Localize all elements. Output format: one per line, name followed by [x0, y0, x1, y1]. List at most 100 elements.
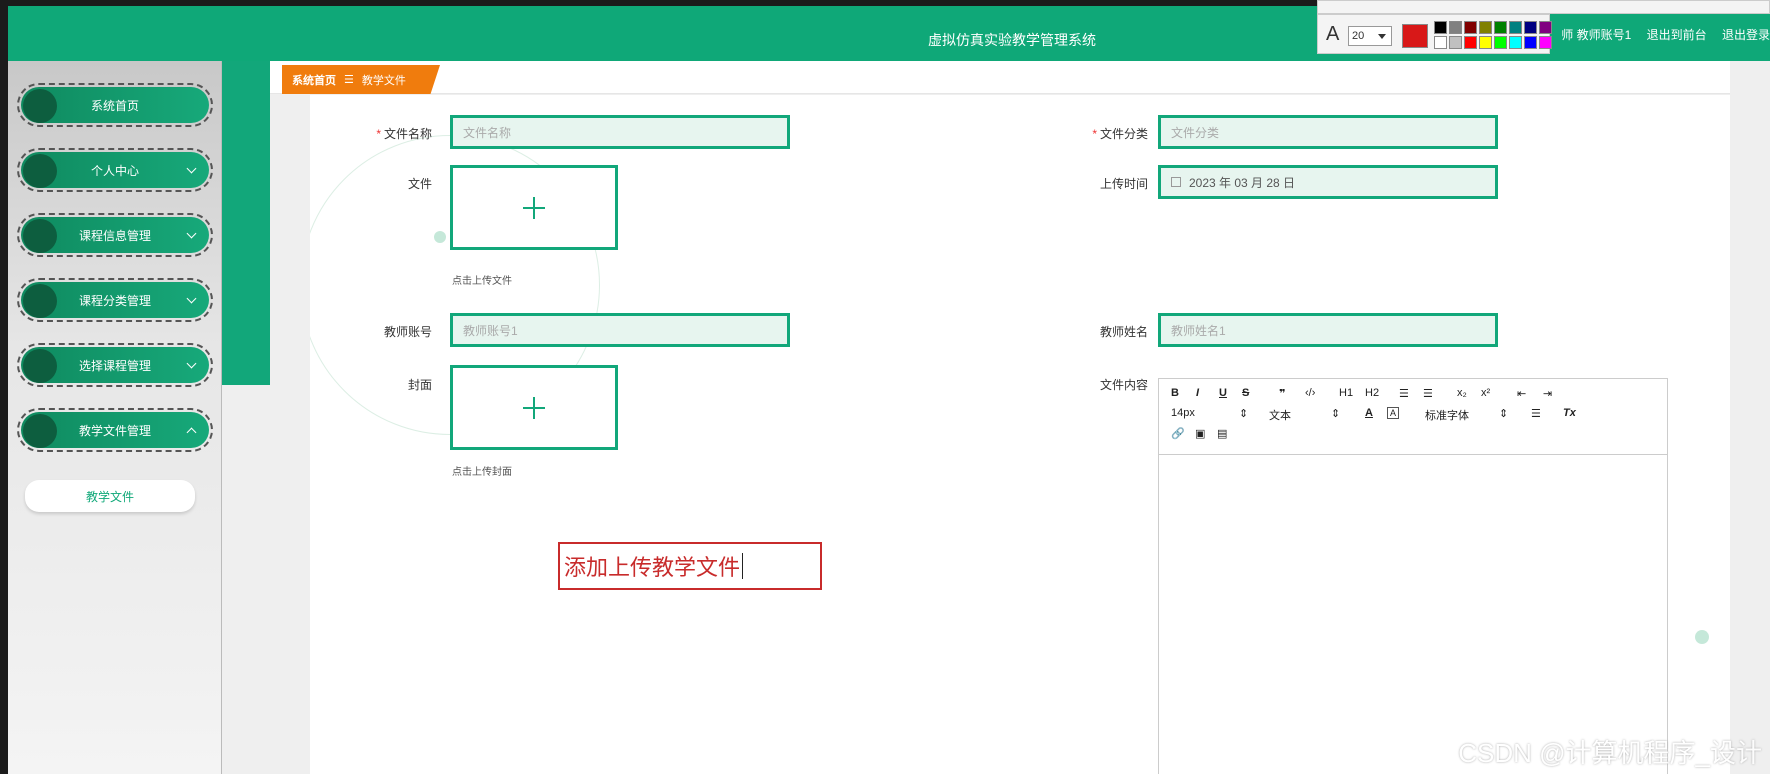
submenu-item-teaching-file[interactable]: 教学文件 [25, 480, 195, 512]
color-swatch[interactable] [1449, 36, 1462, 49]
color-swatch[interactable] [1479, 21, 1492, 34]
logout-link[interactable]: 退出登录 [1722, 28, 1770, 42]
breadcrumb: 系统首页 ☰ 教学文件 [282, 65, 440, 94]
indent-button[interactable]: ⇥ [1543, 387, 1552, 400]
underline-button[interactable]: U [1219, 387, 1227, 399]
form-panel: * 文件名称 文件名称 * 文件分类 文件分类 文件 点击上传文件 上传时间 202… [310, 95, 1730, 774]
link-icon[interactable]: 🔗 [1171, 427, 1185, 440]
background-bubble [1695, 630, 1709, 644]
color-swatch[interactable] [1464, 36, 1477, 49]
color-swatch[interactable] [1509, 21, 1522, 34]
color-swatch[interactable] [1494, 36, 1507, 49]
font-size-picker[interactable]: 14px [1171, 407, 1195, 419]
annotation-textbox[interactable]: 添加上传教学文件 [558, 542, 822, 590]
quote-button[interactable]: ❞ [1279, 387, 1285, 400]
ordered-list-button[interactable]: ☰ [1399, 387, 1409, 400]
align-icon[interactable]: ☰ [1531, 407, 1541, 420]
color-swatch[interactable] [1509, 36, 1522, 49]
chevron-down-icon [186, 228, 197, 239]
superscript-button[interactable]: x² [1481, 387, 1490, 399]
picker-arrow-icon: ⇕ [1331, 408, 1341, 420]
chevron-down-icon [186, 358, 197, 369]
annotation-toolbar-top [1317, 0, 1770, 14]
bullet-list-button[interactable]: ☰ [1423, 387, 1433, 400]
bold-button[interactable]: B [1171, 387, 1179, 399]
subscript-button[interactable]: x₂ [1457, 387, 1467, 399]
plus-icon [523, 396, 545, 419]
font-size-select[interactable]: 20 [1348, 26, 1392, 46]
sidebar-item-personal-center[interactable]: 个人中心 [17, 148, 213, 192]
color-swatch[interactable] [1434, 36, 1447, 49]
sidebar-item-teaching-files[interactable]: 教学文件管理 [17, 408, 213, 452]
color-swatch[interactable] [1524, 21, 1537, 34]
rich-text-editor[interactable]: B I U S ❞ ‹/› H1 H2 ☰ ☰ x₂ x² ⇤ ⇥ 14px ⇕… [1158, 378, 1668, 774]
teacher-name-label: 教师姓名 [1099, 325, 1148, 339]
menu-dot-icon [23, 349, 57, 383]
italic-button[interactable]: I [1196, 387, 1199, 399]
cover-upload-box[interactable] [450, 365, 618, 450]
current-color-swatch[interactable] [1402, 24, 1428, 48]
h1-button[interactable]: H1 [1339, 387, 1353, 399]
clean-format-button[interactable]: Tx [1563, 407, 1576, 419]
outdent-button[interactable]: ⇤ [1517, 387, 1526, 400]
header-accent-strip [222, 61, 270, 385]
menu-dot-icon [23, 154, 57, 188]
chevron-up-icon [186, 427, 197, 438]
sidebar-item-course-info[interactable]: 课程信息管理 [17, 213, 213, 257]
color-swatch[interactable] [1449, 21, 1462, 34]
cover-label: 封面 [407, 378, 432, 392]
color-palette [1434, 21, 1552, 51]
background-color-icon[interactable]: A [1387, 407, 1400, 419]
file-category-label: * 文件分类 [1092, 127, 1148, 141]
teacher-name-input[interactable]: 教师姓名1 [1158, 313, 1498, 347]
color-swatch[interactable] [1434, 21, 1447, 34]
breadcrumb-separator-icon: ☰ [344, 74, 354, 86]
text-caret [742, 553, 744, 579]
menu-dot-icon [23, 284, 57, 318]
code-button[interactable]: ‹/› [1305, 387, 1315, 399]
color-swatch[interactable] [1539, 21, 1552, 34]
sidebar-item-course-category[interactable]: 课程分类管理 [17, 278, 213, 322]
color-swatch[interactable] [1494, 21, 1507, 34]
annotation-toolbar: A 20 [1317, 14, 1552, 54]
color-swatch[interactable] [1464, 21, 1477, 34]
sidebar-item-home[interactable]: 系统首页 [17, 83, 213, 127]
h2-button[interactable]: H2 [1365, 387, 1379, 399]
breadcrumb-current: 教学文件 [361, 74, 406, 87]
file-upload-box[interactable] [450, 165, 618, 250]
font-family-picker[interactable]: 标准字体 [1425, 407, 1469, 423]
video-icon[interactable]: ▤ [1217, 427, 1227, 440]
file-name-input[interactable]: 文件名称 [450, 115, 790, 149]
font-size-icon: A [1326, 23, 1340, 45]
header-type-picker[interactable]: 文本 [1269, 407, 1291, 423]
current-user: 师 教师账号1 [1561, 28, 1632, 42]
cover-upload-hint: 点击上传封面 [452, 467, 512, 478]
breadcrumb-bar: 系统首页 ☰ 教学文件 [270, 61, 1730, 94]
menu-dot-icon [23, 219, 57, 253]
picker-arrow-icon: ⇕ [1239, 408, 1249, 420]
sidebar: 系统首页 个人中心 课程信息管理 课程分类管理 选择课程管理 教学文件管理 [8, 61, 222, 774]
teacher-account-input[interactable]: 教师账号1 [450, 313, 790, 347]
watermark: CSDN @计算机程序_设计 [1458, 738, 1762, 768]
upload-time-datepicker[interactable]: 2023 年 03 月 28 日 [1158, 165, 1498, 199]
menu-dot-icon [23, 414, 57, 448]
breadcrumb-home[interactable]: 系统首页 [292, 72, 336, 88]
app-title: 虚拟仿真实验教学管理系统 [928, 32, 1096, 48]
strike-button[interactable]: S [1242, 387, 1249, 399]
image-icon[interactable]: ▣ [1195, 427, 1205, 440]
upload-time-label: 上传时间 [1099, 177, 1148, 191]
picker-arrow-icon: ⇕ [1499, 408, 1509, 420]
file-content-label: 文件内容 [1099, 378, 1148, 392]
color-swatch[interactable] [1524, 36, 1537, 49]
editor-toolbar: B I U S ❞ ‹/› H1 H2 ☰ ☰ x₂ x² ⇤ ⇥ 14px ⇕… [1159, 379, 1667, 455]
back-to-front-link[interactable]: 退出到前台 [1647, 28, 1707, 42]
screen-left-edge [0, 0, 8, 774]
file-upload-hint: 点击上传文件 [452, 276, 512, 287]
user-links: 师 教师账号1 退出到前台 退出登录 [1549, 26, 1770, 43]
file-category-input[interactable]: 文件分类 [1158, 115, 1498, 149]
color-swatch[interactable] [1479, 36, 1492, 49]
text-color-icon[interactable]: A [1365, 407, 1373, 419]
sidebar-item-course-selection[interactable]: 选择课程管理 [17, 343, 213, 387]
chevron-down-icon [186, 293, 197, 304]
color-swatch[interactable] [1539, 36, 1552, 49]
